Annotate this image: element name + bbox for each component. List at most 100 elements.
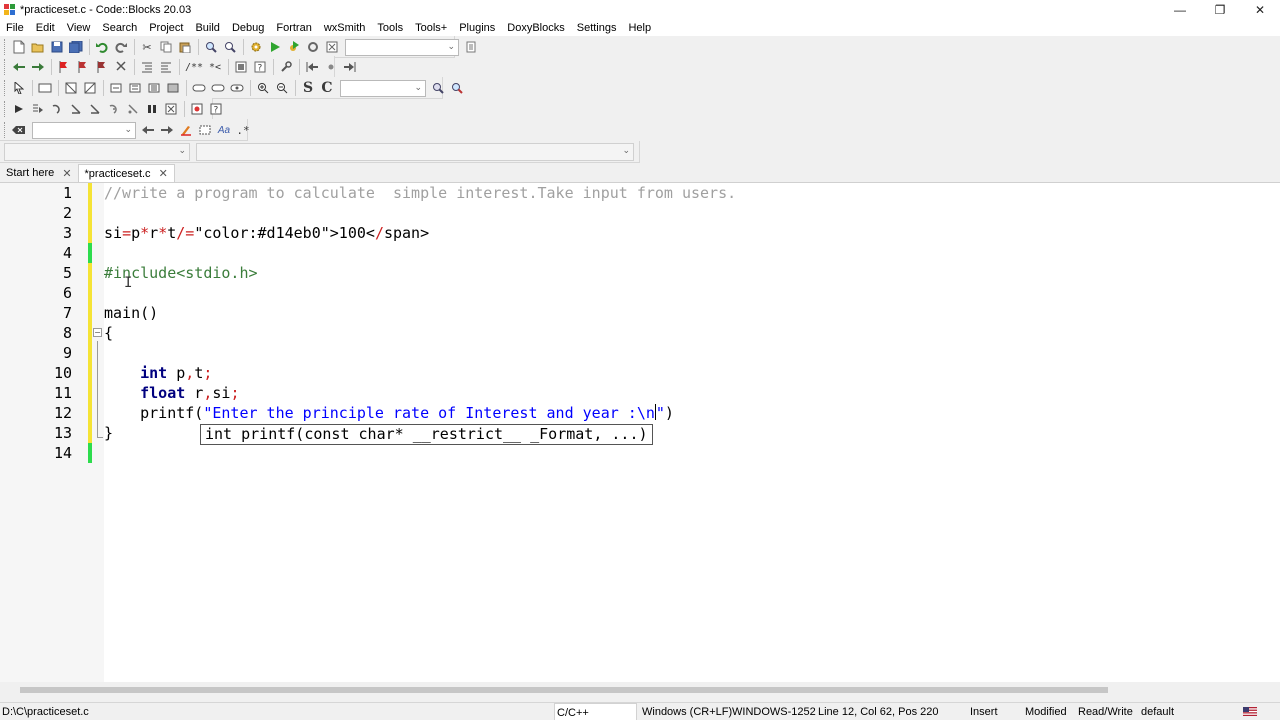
- undo-icon[interactable]: [93, 38, 111, 56]
- block-icon[interactable]: [36, 79, 54, 97]
- find-options-icon[interactable]: [448, 79, 466, 97]
- code-line[interactable]: 11 float r,si;: [0, 383, 1280, 403]
- build-gear-icon[interactable]: [247, 38, 265, 56]
- code-line[interactable]: 3 si=p*r*t/="color:#d14eb0">100</span>: [0, 223, 1280, 243]
- menu-fortran[interactable]: Fortran: [270, 20, 317, 36]
- menu-doxyblocks[interactable]: DoxyBlocks: [501, 20, 570, 36]
- prev-bookmark-icon[interactable]: [74, 58, 92, 76]
- code-block-2-icon[interactable]: [126, 79, 144, 97]
- close-button[interactable]: ✕: [1240, 0, 1280, 20]
- close-tab-icon[interactable]: ✕: [62, 167, 71, 180]
- debug-start-icon[interactable]: [10, 100, 28, 118]
- code-line[interactable]: 12 printf("Enter the principle rate of I…: [0, 403, 1280, 423]
- search-combo[interactable]: ⌄: [340, 79, 426, 97]
- build-and-run-icon[interactable]: [285, 38, 303, 56]
- restore-button[interactable]: ❐: [1200, 0, 1240, 20]
- function-select[interactable]: ⌄: [196, 143, 634, 161]
- find-next-icon[interactable]: [429, 79, 447, 97]
- tab-start-here[interactable]: Start here ✕: [0, 164, 78, 182]
- copy-icon[interactable]: [157, 38, 175, 56]
- jump-forward-icon[interactable]: [341, 58, 359, 76]
- menu-debug[interactable]: Debug: [226, 20, 270, 36]
- new-file-icon[interactable]: [10, 38, 28, 56]
- code-block-1-icon[interactable]: [107, 79, 125, 97]
- next-line-icon[interactable]: [48, 100, 66, 118]
- code-line[interactable]: 5 #include<stdio.h>: [0, 263, 1280, 283]
- rebuild-icon[interactable]: [304, 38, 322, 56]
- menu-build[interactable]: Build: [189, 20, 225, 36]
- zoom-in-icon[interactable]: [254, 79, 272, 97]
- forward-arrow-icon[interactable]: [29, 58, 47, 76]
- code-line[interactable]: 7 main(): [0, 303, 1280, 323]
- tab-practiceset[interactable]: *practiceset.c ✕: [77, 164, 175, 182]
- comment-button[interactable]: /**: [183, 58, 205, 76]
- menu-plugins[interactable]: Plugins: [453, 20, 501, 36]
- incremental-search-combo[interactable]: ⌄: [32, 121, 136, 139]
- help-icon[interactable]: ?: [251, 58, 269, 76]
- match-case-icon[interactable]: Aa: [215, 121, 233, 139]
- code-line[interactable]: 6: [0, 283, 1280, 303]
- jump-back-icon[interactable]: [303, 58, 321, 76]
- search-prev-icon[interactable]: [139, 121, 157, 139]
- code-line[interactable]: 8 −{: [0, 323, 1280, 343]
- paste-icon[interactable]: [176, 38, 194, 56]
- code-line[interactable]: 9: [0, 343, 1280, 363]
- step-into-icon[interactable]: [67, 100, 85, 118]
- replace-icon[interactable]: [221, 38, 239, 56]
- close-tab-icon[interactable]: ✕: [159, 167, 168, 180]
- uncomment-button[interactable]: *<: [206, 58, 224, 76]
- menu-edit[interactable]: Edit: [30, 20, 61, 36]
- abort-icon[interactable]: [323, 38, 341, 56]
- highlight-pen-icon[interactable]: [177, 121, 195, 139]
- redo-icon[interactable]: [112, 38, 130, 56]
- pause-icon[interactable]: [143, 100, 161, 118]
- regex-button[interactable]: .*: [234, 121, 252, 139]
- menu-tools[interactable]: Tools: [371, 20, 409, 36]
- build-options-icon[interactable]: [462, 38, 480, 56]
- next-instruction-icon[interactable]: [105, 100, 123, 118]
- build-target-select[interactable]: ⌄: [345, 38, 459, 56]
- search-s-button[interactable]: S: [299, 79, 317, 97]
- menu-wxsmith[interactable]: wxSmith: [318, 20, 372, 36]
- find-icon[interactable]: [202, 38, 220, 56]
- menu-file[interactable]: File: [0, 20, 30, 36]
- highlight-icon[interactable]: [232, 58, 250, 76]
- select-pointer-icon[interactable]: [10, 79, 28, 97]
- code-editor[interactable]: 1 //write a program to calculate simple i…: [0, 183, 1280, 682]
- indent-icon[interactable]: [138, 58, 156, 76]
- clear-search-icon[interactable]: [10, 121, 28, 139]
- shape-rect3-icon[interactable]: [228, 79, 246, 97]
- jump-dot-icon[interactable]: [322, 58, 340, 76]
- step-into-instruction-icon[interactable]: [124, 100, 142, 118]
- menu-view[interactable]: View: [61, 20, 97, 36]
- cut-icon[interactable]: ✂: [138, 38, 156, 56]
- run-to-cursor-icon[interactable]: [29, 100, 47, 118]
- search-c-button[interactable]: C: [318, 79, 336, 97]
- scrollbar-thumb[interactable]: [20, 687, 1108, 693]
- save-icon[interactable]: [48, 38, 66, 56]
- code-line[interactable]: 1 //write a program to calculate simple i…: [0, 183, 1280, 203]
- run-icon[interactable]: [266, 38, 284, 56]
- code-block-4-icon[interactable]: [164, 79, 182, 97]
- code-line[interactable]: 4: [0, 243, 1280, 263]
- scope-select[interactable]: ⌄: [4, 143, 190, 161]
- code-block-3-icon[interactable]: [145, 79, 163, 97]
- stop-debug-icon[interactable]: [162, 100, 180, 118]
- code-line[interactable]: 2: [0, 203, 1280, 223]
- menu-project[interactable]: Project: [143, 20, 189, 36]
- various-info-icon[interactable]: ?: [207, 100, 225, 118]
- wrench-icon[interactable]: [277, 58, 295, 76]
- menu-settings[interactable]: Settings: [571, 20, 623, 36]
- zoom-out-icon[interactable]: [273, 79, 291, 97]
- code-line[interactable]: 14: [0, 443, 1280, 463]
- shape-rect2-icon[interactable]: [209, 79, 227, 97]
- horizontal-scrollbar[interactable]: [0, 682, 1280, 702]
- selection-icon[interactable]: [196, 121, 214, 139]
- code-line[interactable]: 10 int p,t;: [0, 363, 1280, 383]
- bookmark-flag-icon[interactable]: [55, 58, 73, 76]
- menu-tools-plus[interactable]: Tools+: [409, 20, 453, 36]
- save-all-icon[interactable]: [67, 38, 85, 56]
- search-next-icon[interactable]: [158, 121, 176, 139]
- clear-bookmarks-icon[interactable]: [112, 58, 130, 76]
- open-folder-icon[interactable]: [29, 38, 47, 56]
